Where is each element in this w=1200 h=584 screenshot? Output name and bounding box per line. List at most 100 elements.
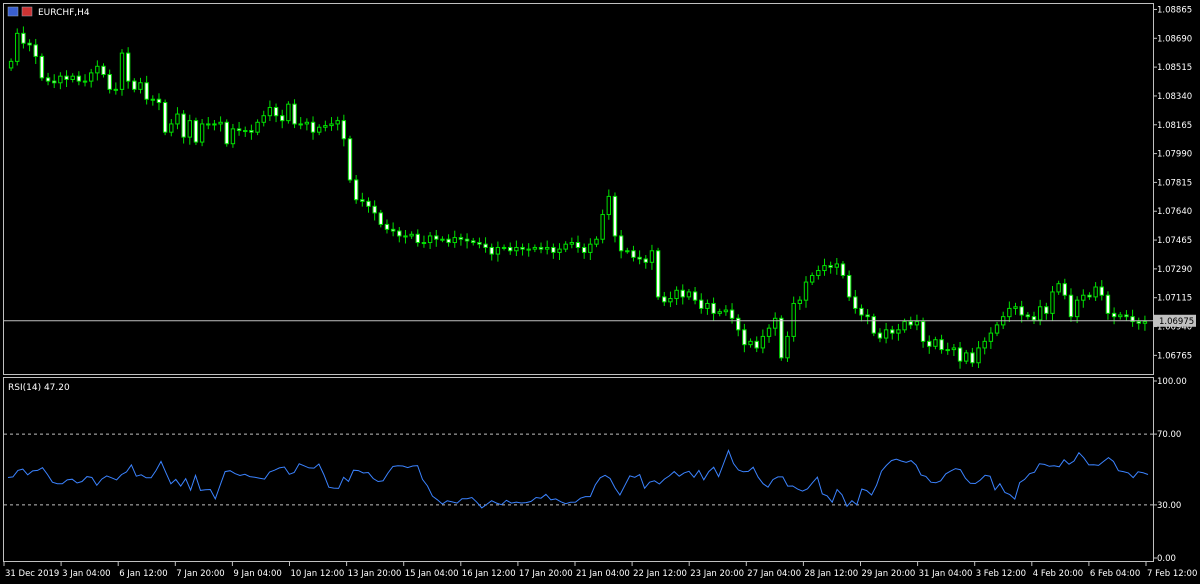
candle bbox=[347, 135, 353, 183]
candle bbox=[840, 260, 846, 279]
candle-body-bear bbox=[458, 237, 464, 240]
candle-body-bull bbox=[902, 321, 907, 331]
candle-body-bear bbox=[434, 235, 439, 240]
candle-body-bull bbox=[760, 335, 766, 349]
price-tick-label: 1.07990 bbox=[1157, 150, 1192, 160]
candle-body-bear bbox=[742, 329, 747, 346]
rsi-label: RSI(14) 47.20 bbox=[8, 383, 70, 393]
candle-body-bear bbox=[618, 235, 624, 252]
candle-body-bull bbox=[822, 265, 827, 272]
price-tick-label: 1.07115 bbox=[1157, 294, 1192, 304]
candle-body-bull bbox=[452, 237, 457, 244]
candle-body-bull bbox=[705, 302, 710, 309]
candle-body-bear bbox=[908, 321, 913, 326]
candle-body-bear bbox=[1019, 306, 1024, 316]
price-pane[interactable] bbox=[3, 3, 1154, 375]
candle-body-bull bbox=[119, 52, 125, 90]
candle-body-bear bbox=[939, 339, 944, 351]
time-tick-label: 31 Dec 2019 bbox=[5, 569, 59, 579]
time-tick-label: 21 Jan 04:00 bbox=[576, 569, 630, 579]
candle-body-bull bbox=[150, 98, 156, 101]
candle-body-bear bbox=[970, 352, 975, 364]
candle-body-bear bbox=[754, 340, 759, 349]
candle-body-bear bbox=[52, 80, 57, 84]
time-tick-label: 22 Jan 12:00 bbox=[633, 569, 687, 579]
candle-body-bear bbox=[828, 265, 833, 268]
candle-body-bull bbox=[261, 115, 266, 123]
candle-body-bull bbox=[748, 340, 753, 346]
candle-body-bear bbox=[193, 120, 199, 143]
candle-body-bull bbox=[674, 289, 679, 300]
candle-body-bull bbox=[896, 329, 901, 334]
candle-body-bear bbox=[631, 250, 636, 258]
candle-body-bear bbox=[846, 274, 852, 298]
candle-body-bull bbox=[138, 82, 143, 90]
candle-body-bear bbox=[236, 128, 242, 132]
time-tick-label: 3 Feb 12:00 bbox=[976, 569, 1026, 579]
time-tick-label: 29 Jan 20:00 bbox=[862, 569, 916, 579]
price-tick-label: 1.07290 bbox=[1157, 265, 1192, 275]
candle-body-bull bbox=[964, 352, 969, 362]
candle-body-bear bbox=[310, 121, 316, 133]
time-tick-label: 17 Jan 20:00 bbox=[519, 569, 573, 579]
candle-body-bear bbox=[280, 115, 285, 122]
candle-body-bear bbox=[871, 316, 876, 334]
candle-body-bull bbox=[976, 347, 981, 364]
candle-body-bull bbox=[403, 235, 408, 238]
candle-body-bull bbox=[335, 120, 340, 125]
candle-body-bear bbox=[471, 240, 476, 244]
candle-body-bull bbox=[113, 88, 119, 91]
time-tick-label: 7 Feb 12:00 bbox=[1147, 569, 1197, 579]
rsi-scale[interactable]: 100.00 70.00 30.00 0.00 bbox=[1153, 377, 1187, 564]
candle-body-bull bbox=[82, 80, 88, 83]
candle-body-bear bbox=[1068, 294, 1074, 318]
candle-body-bear bbox=[378, 212, 384, 225]
candle-body-bull bbox=[421, 242, 427, 245]
candle-body-bear bbox=[125, 52, 131, 82]
time-axis[interactable]: 31 Dec 2019 3 Jan 04:00 6 Jan 12:00 7 Jan 2… bbox=[3, 562, 1197, 579]
rsi-pane[interactable] bbox=[3, 377, 1154, 562]
candle-body-bull bbox=[218, 121, 223, 125]
candle-body-bull bbox=[791, 302, 796, 337]
candle bbox=[119, 49, 125, 96]
price-tick-label: 1.06765 bbox=[1157, 351, 1192, 361]
candle-body-bear bbox=[1062, 283, 1068, 296]
chart-canvas[interactable]: EURCHF,H4 RSI(14) 47.20 1.088651.086901.… bbox=[0, 0, 1200, 584]
candle bbox=[612, 192, 618, 243]
candle-body-bull bbox=[1056, 283, 1061, 293]
candle-body-bear bbox=[162, 102, 168, 133]
price-tick-label: 1.08340 bbox=[1157, 92, 1192, 102]
candle-body-bull bbox=[1142, 321, 1148, 324]
candle-body-bull bbox=[304, 121, 310, 125]
candle-body-bear bbox=[927, 340, 932, 347]
candle bbox=[224, 119, 229, 147]
candle-body-bear bbox=[680, 289, 685, 298]
price-tick-label: 1.08865 bbox=[1157, 5, 1192, 15]
time-tick-label: 3 Jan 04:00 bbox=[62, 569, 110, 579]
candle-body-bear bbox=[224, 121, 229, 145]
candle bbox=[15, 28, 20, 66]
chart-window-icon bbox=[7, 6, 19, 17]
time-tick-label: 28 Jan 12:00 bbox=[804, 569, 858, 579]
candle bbox=[871, 313, 876, 337]
candle-body-bull bbox=[8, 60, 14, 69]
candle-body-bear bbox=[779, 317, 784, 359]
candle-body-bull bbox=[15, 32, 20, 62]
candle-body-bear bbox=[397, 230, 402, 237]
candle-body-bear bbox=[45, 77, 51, 82]
candle-body-bear bbox=[366, 200, 371, 207]
candle-body-bull bbox=[717, 311, 722, 314]
price-scale[interactable]: 1.08865 1.08690 1.08515 1.08340 1.08165 1.079… bbox=[1153, 5, 1196, 361]
rsi-tick-label: 30.00 bbox=[1157, 501, 1181, 511]
time-tick-label: 31 Jan 04:00 bbox=[919, 569, 973, 579]
candle-body-bull bbox=[988, 332, 994, 342]
candle bbox=[846, 270, 852, 301]
price-tick-label: 1.07640 bbox=[1157, 207, 1192, 217]
candle-body-bull bbox=[772, 317, 778, 329]
candle-body-bear bbox=[273, 106, 279, 117]
candle-body-bear bbox=[711, 302, 716, 314]
candle bbox=[162, 99, 168, 136]
candle-body-bull bbox=[600, 214, 605, 240]
candle-body-bear bbox=[865, 314, 870, 318]
candle-body-bull bbox=[594, 238, 599, 245]
